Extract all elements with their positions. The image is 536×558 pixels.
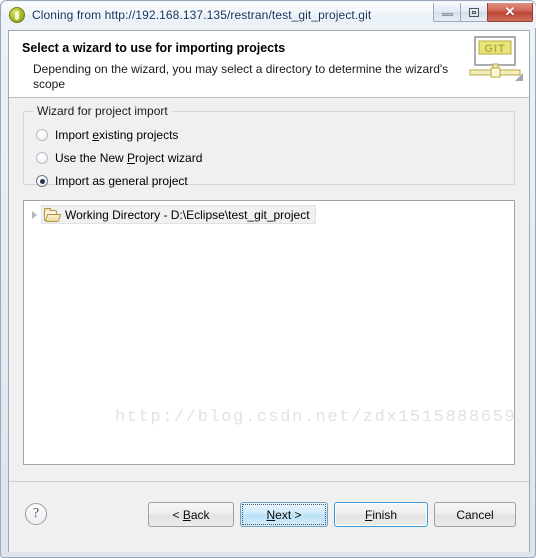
minimize-button[interactable] (433, 3, 461, 22)
wizard-title: Select a wizard to use for importing pro… (22, 41, 286, 55)
project-tree-panel[interactable]: Working Directory - D:\Eclipse\test_git_… (23, 200, 515, 465)
radio-label: Import as general project (55, 174, 188, 188)
finish-button[interactable]: Finish (334, 502, 428, 527)
radio-label: Use the New Project wizard (55, 151, 203, 165)
maximize-icon (469, 7, 479, 17)
question-mark-icon: ? (32, 506, 40, 521)
eclipse-git-icon (9, 7, 25, 23)
radio-use-new-project-wizard[interactable]: Use the New Project wizard (36, 149, 202, 167)
window-controls: ✕ (433, 3, 533, 22)
open-folder-icon (44, 207, 62, 222)
back-button-label: < Back (172, 507, 210, 522)
finish-button-label: Finish (364, 507, 398, 522)
wizard-header: Select a wizard to use for importing pro… (9, 31, 529, 98)
radio-label: Import existing projects (55, 128, 179, 142)
radio-import-existing-projects[interactable]: Import existing projects (36, 126, 178, 144)
title-bar[interactable]: Cloning from http://192.168.137.135/rest… (2, 2, 536, 28)
tree-row[interactable]: Working Directory - D:\Eclipse\test_git_… (27, 205, 316, 224)
wizard-body: Wizard for project import Import existin… (9, 98, 529, 552)
close-button[interactable]: ✕ (487, 3, 533, 22)
next-button[interactable]: Next > (240, 502, 328, 527)
git-banner-icon: GIT (469, 36, 523, 81)
minimize-icon (441, 13, 453, 16)
dialog-button-bar: ? < Back Next > Finish Cancel (9, 481, 529, 552)
close-icon: ✕ (504, 4, 516, 19)
wizard-description: Depending on the wizard, you may select … (33, 62, 449, 91)
tree-item-label: Working Directory - D:\Eclipse\test_git_… (65, 207, 310, 222)
groupbox-label: Wizard for project import (33, 104, 172, 118)
radio-indicator (36, 175, 48, 187)
chevron-right-icon[interactable] (27, 205, 41, 224)
watermark-text: http://blog.csdn.net/zdx1515888659 (115, 408, 515, 427)
tree-item-selected[interactable]: Working Directory - D:\Eclipse\test_git_… (41, 205, 316, 224)
radio-indicator (36, 152, 48, 164)
svg-text:GIT: GIT (484, 43, 505, 55)
dialog-client: Select a wizard to use for importing pro… (8, 30, 530, 552)
next-button-label: Next > (266, 507, 302, 522)
cancel-button-label: Cancel (456, 507, 494, 522)
dialog-window: Cloning from http://192.168.137.135/rest… (0, 0, 536, 558)
help-button[interactable]: ? (25, 503, 47, 525)
radio-import-as-general-project[interactable]: Import as general project (36, 172, 188, 190)
back-button[interactable]: < Back (148, 502, 234, 527)
window-title: Cloning from http://192.168.137.135/rest… (32, 8, 372, 22)
cancel-button[interactable]: Cancel (434, 502, 516, 527)
maximize-button[interactable] (460, 3, 488, 22)
radio-indicator (36, 129, 48, 141)
